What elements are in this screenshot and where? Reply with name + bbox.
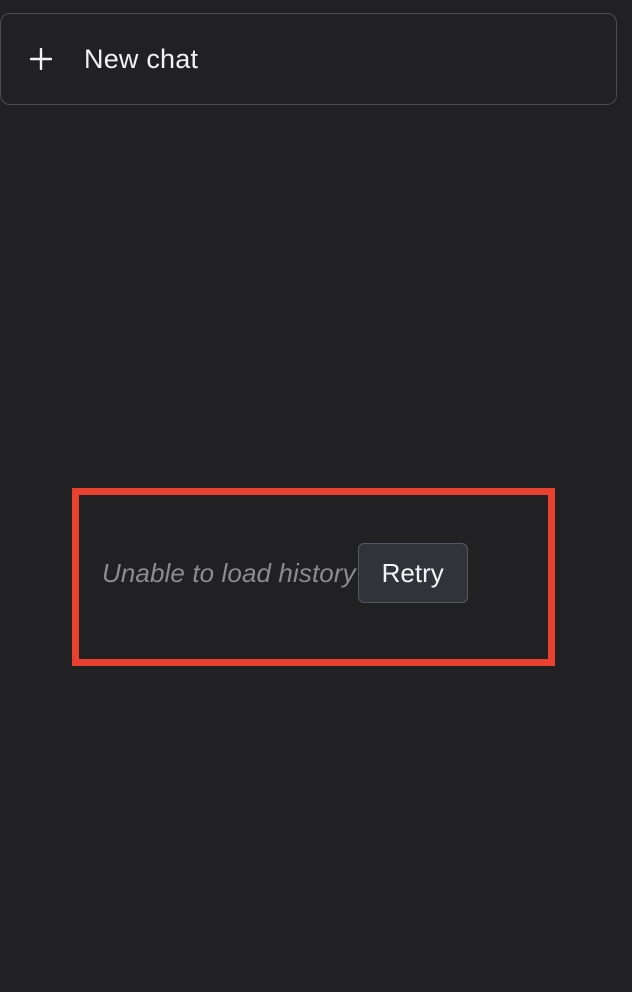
new-chat-label: New chat [84, 43, 199, 74]
history-error: Unable to load history Retry [102, 543, 468, 603]
sidebar: New chat Unable to load history Retry [0, 0, 632, 992]
plus-icon [29, 47, 53, 71]
history-error-message: Unable to load history [102, 557, 356, 588]
retry-button[interactable]: Retry [357, 543, 468, 603]
new-chat-button[interactable]: New chat [0, 13, 617, 105]
